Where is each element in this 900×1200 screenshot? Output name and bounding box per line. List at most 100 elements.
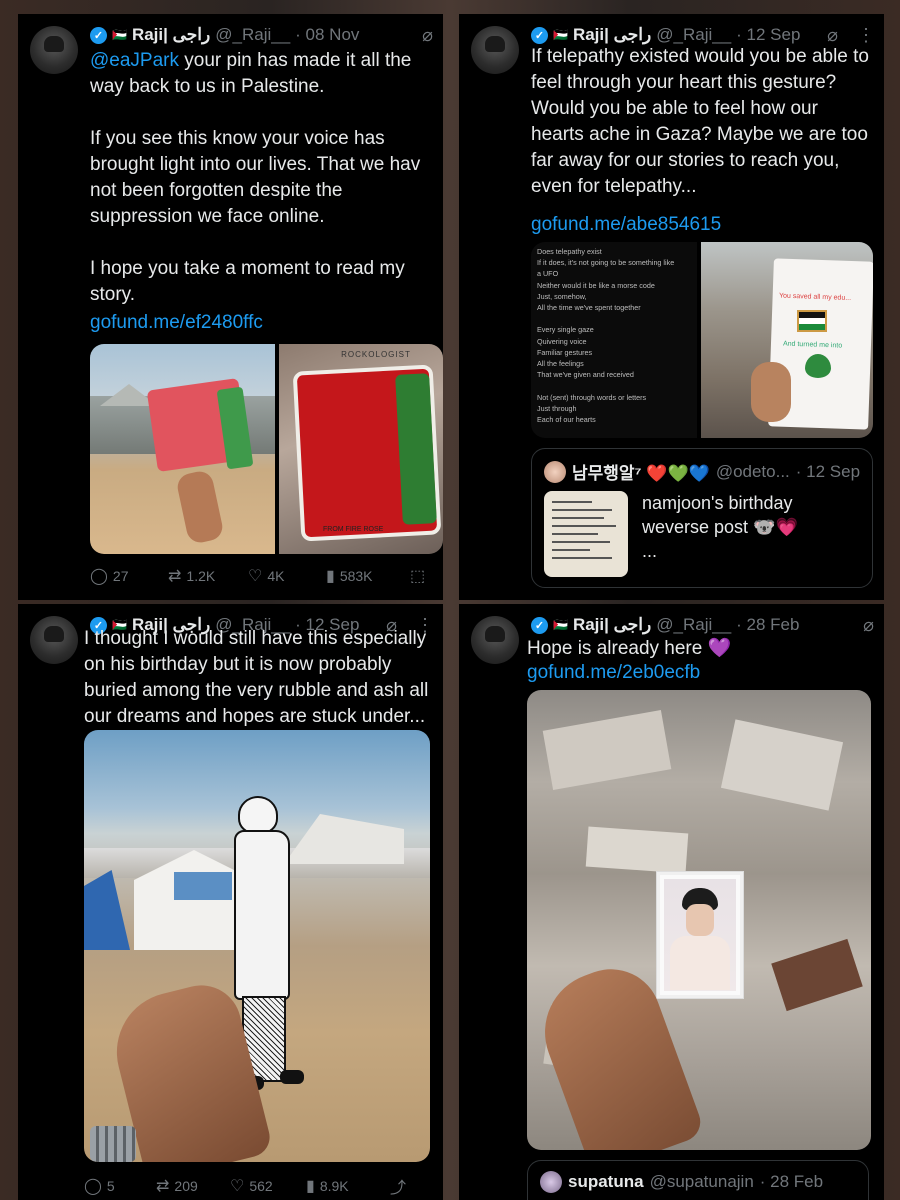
verified-badge-icon: ✓ xyxy=(531,26,548,44)
grok-icon[interactable]: ⌀ xyxy=(863,615,874,636)
tweet-text: Hope is already here 💜 xyxy=(527,638,732,659)
poem-line: Neither would it be like a morse code xyxy=(537,280,655,290)
views-button[interactable]: ▮ 583K xyxy=(326,566,410,586)
gofund-link[interactable]: gofund.me/ef2480ffc xyxy=(90,312,263,333)
like-button[interactable]: ♡ 562 xyxy=(230,1176,306,1196)
quoted-tweet[interactable]: supatuna @supatunajin · 28 Feb xyxy=(527,1160,869,1200)
repost-button[interactable]: ⇄ 209 xyxy=(156,1176,230,1196)
avatar[interactable] xyxy=(471,26,519,74)
poem-line: All the time we've spent together xyxy=(537,303,641,313)
tweet-card-1[interactable]: ✓ 🇵🇸 Raji| راجى @_Raji__ · 08 Nov ⌀ @eaJ… xyxy=(18,14,443,600)
poem-line: Just, somehow, xyxy=(537,291,587,301)
verified-badge-icon: ✓ xyxy=(90,26,107,44)
quoted-handle: @odeto... xyxy=(715,461,790,481)
share-icon: ⤴ xyxy=(390,1180,407,1197)
poem-line: Quivering voice xyxy=(537,336,587,346)
poem-line: Familiar gestures xyxy=(537,347,593,357)
photo-paper-cutout[interactable] xyxy=(84,730,430,1162)
quoted-avatar xyxy=(540,1171,562,1193)
handle[interactable]: @_Raji__ xyxy=(215,25,290,45)
quoted-text: namjoon's birthday weverse post 🐨💗 ... xyxy=(642,493,798,561)
quoted-timestamp: · 12 Sep xyxy=(795,461,861,481)
views-icon: ▮ xyxy=(326,568,335,585)
tweet-link-row: gofund.me/ef2480ffc xyxy=(90,310,443,336)
poem-line xyxy=(537,313,695,324)
tweet-text: @eaJPark your pin has made it all the wa… xyxy=(90,50,421,305)
tweet-card-3[interactable]: ✓ 🇵🇸 Raji| راجى @_Raji__ · 12 Sep ⌀ ⋮ I … xyxy=(18,604,443,1200)
views-button[interactable]: ▮ 8.9K xyxy=(306,1176,390,1196)
tweet-media[interactable] xyxy=(84,730,430,1162)
avatar[interactable] xyxy=(471,616,519,664)
grok-icon[interactable]: ⌀ xyxy=(422,25,433,46)
display-name[interactable]: Raji| راجى xyxy=(132,25,210,45)
flag-icon: 🇵🇸 xyxy=(553,28,568,42)
photo-tents-watermelon[interactable] xyxy=(90,344,275,554)
photo-rockologist-pin[interactable]: ROCKOLOGIST FROM FIRE ROSE xyxy=(279,344,443,554)
quoted-handle: @supatunajin xyxy=(649,1172,754,1191)
flag-icon: 🇵🇸 xyxy=(112,28,127,42)
repost-icon: ⇄ xyxy=(168,568,182,585)
poem-line: Every single gaze xyxy=(537,325,594,335)
quoted-image xyxy=(544,491,628,577)
tweet-text: If telepathy existed would you be able t… xyxy=(531,46,875,197)
avatar[interactable] xyxy=(30,26,78,74)
timestamp[interactable]: · 08 Nov xyxy=(295,25,359,45)
handle[interactable]: @_Raji__ xyxy=(656,615,731,635)
grok-icon[interactable]: ⌀ xyxy=(827,25,838,46)
quoted-display-name: 남무행알⁷ ❤️💚💙 xyxy=(572,464,710,483)
gofund-link[interactable]: gofund.me/2eb0ecfb xyxy=(527,662,700,683)
handle[interactable]: @_Raji__ xyxy=(656,25,731,45)
like-button[interactable]: ♡ 4K xyxy=(248,566,326,586)
poem-line: If it does, it's not going to be somethi… xyxy=(537,258,675,268)
quoted-timestamp: · 28 Feb xyxy=(759,1172,824,1191)
tweet-header: ✓ 🇵🇸 Raji| راجى @_Raji__ · 28 Feb ⌀ xyxy=(531,612,874,638)
bookmark-button[interactable]: ⬚ xyxy=(410,566,436,586)
tweet-media[interactable]: Does telepathy exist If it does, it's not… xyxy=(531,242,873,438)
repost-button[interactable]: ⇄ 1.2K xyxy=(168,566,248,586)
photo-drawing-rubble[interactable]: You saved all my edu... And turned me in… xyxy=(701,242,873,438)
share-button[interactable]: ⤴ xyxy=(390,1174,410,1198)
avatar[interactable] xyxy=(30,616,78,664)
flag-icon: 🇵🇸 xyxy=(553,618,568,632)
poem-line: All the feelings xyxy=(537,359,584,369)
poem-image[interactable]: Does telepathy exist If it does, it's not… xyxy=(531,242,697,438)
reply-icon: ◯ xyxy=(90,568,108,585)
quoted-tweet-header: 남무행알⁷ ❤️💚💙 @odeto... · 12 Sep xyxy=(544,459,862,484)
poem-line xyxy=(537,380,695,391)
poem-line: Each of our hearts xyxy=(537,415,596,425)
tweet-header: ✓ 🇵🇸 Raji| راجى @_Raji__ · 08 Nov ⌀ xyxy=(90,22,433,48)
quoted-avatar xyxy=(544,460,566,483)
quoted-tweet-header: supatuna @supatunajin · 28 Feb xyxy=(540,1171,858,1193)
poem-line: a UFO xyxy=(537,269,559,279)
display-name[interactable]: Raji| راجى xyxy=(573,615,651,635)
mention-link[interactable]: @eaJPark xyxy=(90,50,179,71)
tweet-card-4[interactable]: ✓ 🇵🇸 Raji| راجى @_Raji__ · 28 Feb ⌀ Hope… xyxy=(459,604,884,1200)
quoted-tweet[interactable]: 남무행알⁷ ❤️💚💙 @odeto... · 12 Sep namjoon's … xyxy=(531,448,873,588)
verified-badge-icon: ✓ xyxy=(531,616,548,634)
tweet-media[interactable]: ROCKOLOGIST FROM FIRE ROSE xyxy=(90,344,443,554)
tweet-text: I thought I would still have this especi… xyxy=(84,628,434,727)
views-icon: ▮ xyxy=(306,1178,315,1195)
tweet-card-2[interactable]: ✓ 🇵🇸 Raji| راجى @_Raji__ · 12 Sep ⌀ ⋮ If… xyxy=(459,14,884,600)
poem-line: Not (sent) through words or letters xyxy=(537,392,647,402)
reply-button[interactable]: ◯ 27 xyxy=(90,566,168,586)
repost-icon: ⇄ xyxy=(156,1178,170,1195)
tweet-link-row: gofund.me/2eb0ecfb xyxy=(527,660,884,686)
quoted-display-name: supatuna xyxy=(568,1172,644,1191)
poem-line: Just through xyxy=(537,403,577,413)
timestamp[interactable]: · 28 Feb xyxy=(736,615,799,635)
bookmark-icon: ⬚ xyxy=(410,568,426,585)
tweet-media[interactable] xyxy=(527,690,871,1150)
more-icon[interactable]: ⋮ xyxy=(857,25,875,46)
tweet-link-row: gofund.me/abe854615 xyxy=(531,212,884,238)
like-icon: ♡ xyxy=(230,1178,245,1195)
poem-text: Does telepathy exist If it does, it's not… xyxy=(537,246,695,425)
gofund-link[interactable]: gofund.me/abe854615 xyxy=(531,214,721,235)
reply-button[interactable]: ◯ 5 xyxy=(84,1176,156,1196)
reply-icon: ◯ xyxy=(84,1178,102,1195)
photo-rubble-photocard[interactable] xyxy=(527,690,871,1150)
timestamp[interactable]: · 12 Sep xyxy=(736,25,800,45)
display-name[interactable]: Raji| راجى xyxy=(573,25,651,45)
tweet-actions: ◯ 27 ⇄ 1.2K ♡ 4K ▮ 583K ⬚ xyxy=(90,566,443,586)
poem-line: That we've given and received xyxy=(537,370,634,380)
